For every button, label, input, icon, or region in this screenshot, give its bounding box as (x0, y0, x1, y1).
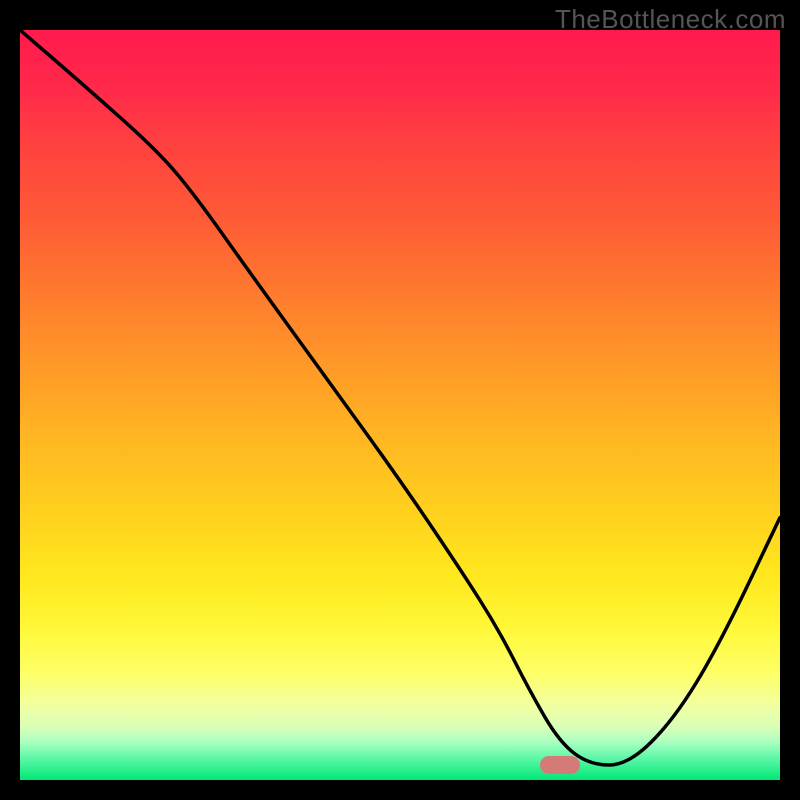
bottleneck-curve (20, 30, 780, 780)
watermark-text: TheBottleneck.com (555, 4, 786, 35)
optimal-marker (540, 756, 580, 774)
curve-line (20, 30, 780, 765)
plot-area (20, 30, 780, 780)
